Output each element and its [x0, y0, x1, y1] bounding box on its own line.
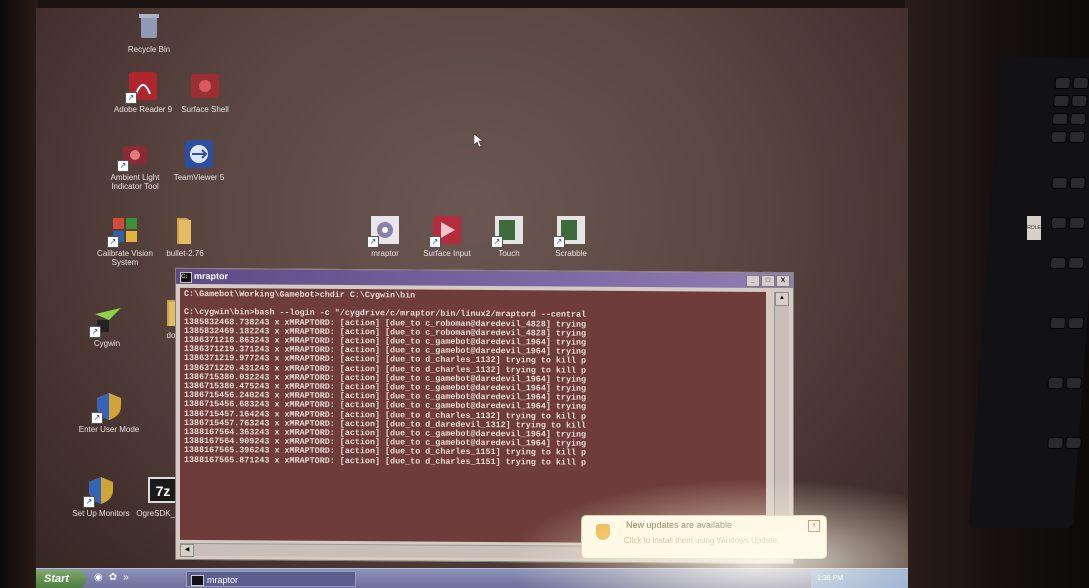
teamviewer-icon [183, 138, 215, 170]
icon-label: TeamViewer 5 [173, 173, 225, 182]
desktop-icon-ambient-light[interactable]: ↗ Ambient Light Indicator Tool [100, 138, 170, 191]
ambient-light-icon: ↗ [117, 138, 151, 172]
touch-icon: ↗ [491, 214, 525, 248]
icon-label: Surface Shell [181, 105, 229, 114]
scrabble-icon: ↗ [553, 214, 587, 248]
desktop-icon-set-up-monitors[interactable]: ↗ Set Up Monitors [66, 474, 136, 518]
taskbar-item-mraptor[interactable]: mraptor [186, 571, 356, 587]
desktop-screen: Recycle Bin ↗ Adobe Reader 9 Surface She… [36, 8, 908, 588]
desktop-icon-teamviewer[interactable]: TeamViewer 5 [164, 138, 234, 182]
recycle-bin-icon [133, 10, 165, 42]
start-button[interactable]: Start [36, 570, 86, 588]
desktop-icon-mraptor[interactable]: ↗ mraptor [350, 214, 420, 258]
icon-label: Touch [498, 249, 520, 258]
scroll-up-icon[interactable]: ▲ [775, 292, 789, 307]
surface-shell-icon [189, 70, 221, 102]
terminal-output[interactable]: C:\Gamebot\Working\Gamebot>chdir C:\Cygw… [180, 287, 766, 544]
icon-label: mraptor [371, 249, 399, 258]
desktop-icon-bullet[interactable]: bullet-2.76 [150, 214, 220, 258]
cygwin-icon: ↗ [89, 304, 123, 338]
desktop-icon-cygwin[interactable]: ↗ Cygwin [72, 304, 142, 348]
calibrate-vision-icon: ↗ [107, 214, 141, 248]
console-icon: C: [180, 271, 192, 283]
desktop-icon-recycle-bin[interactable]: Recycle Bin [114, 10, 184, 54]
window-titlebar[interactable]: C: mraptor _ □ X [176, 268, 793, 289]
update-notification[interactable]: New updates are available Click to insta… [581, 515, 827, 559]
terminal-text: C:\Gamebot\Working\Gamebot>chdir C:\Cygw… [184, 288, 587, 468]
desktop-icon-enter-user-mode[interactable]: ↗ Enter User Mode [74, 390, 144, 434]
icon-label: Cygwin [93, 339, 121, 348]
icon-label: bullet-2.76 [166, 249, 204, 258]
adobe-reader-icon: ↗ [125, 70, 159, 104]
window-title: mraptor [194, 270, 229, 282]
shield-icon: ↗ [91, 390, 125, 424]
taskbar: Start ◉ ✿ » mraptor 1:36 PM [36, 568, 908, 588]
desktop-icon-surface-input[interactable]: ↗ Surface Input [412, 214, 482, 258]
folder-icon [169, 214, 201, 246]
quick-launch-overflow[interactable]: » [123, 572, 129, 583]
shield-icon: ↗ [83, 474, 117, 508]
icon-label: Adobe Reader 9 [113, 105, 173, 114]
desktop-icon-adobe-reader[interactable]: ↗ Adobe Reader 9 [108, 70, 178, 114]
icon-label: Scrabble [555, 249, 587, 258]
app-icon[interactable]: ✿ [109, 572, 117, 583]
vertical-scrollbar[interactable]: ▲ [774, 292, 789, 545]
desktop-icon-surface-shell[interactable]: Surface Shell [170, 70, 240, 114]
icon-label: Ambient Light Indicator Tool [110, 173, 160, 191]
svg-text:7z: 7z [156, 483, 171, 499]
scroll-left-icon[interactable]: ◀ [180, 543, 194, 557]
minimize-button[interactable]: _ [746, 274, 760, 287]
icon-label: Surface Input [423, 249, 471, 258]
notification-title: New updates are available [626, 520, 733, 530]
desktop-icon-touch[interactable]: ↗ Touch [474, 214, 544, 258]
surface-input-icon: ↗ [429, 214, 463, 248]
close-button[interactable]: X [776, 275, 790, 288]
maximize-button[interactable]: □ [761, 274, 775, 288]
icon-label: Set Up Monitors [72, 509, 130, 518]
desktop-icon-scrabble[interactable]: ↗ Scrabble [536, 214, 606, 258]
chrome-icon[interactable]: ◉ [94, 572, 103, 583]
system-tray[interactable]: 1:36 PM [811, 570, 908, 588]
console-icon [191, 575, 204, 586]
icon-label: Enter User Mode [78, 425, 140, 434]
keyboard-sticker: ROLE [1027, 216, 1041, 240]
taskbar-item-label: mraptor [207, 575, 239, 585]
monitor-bezel-left [0, 0, 38, 588]
mraptor-icon: ↗ [367, 214, 401, 248]
windows-update-shield-icon [596, 524, 610, 540]
notification-close-button[interactable]: x [808, 520, 820, 532]
icon-label: Recycle Bin [127, 45, 171, 54]
quick-launch: ◉ ✿ » [94, 572, 129, 583]
clock: 1:36 PM [817, 575, 844, 582]
notification-text: Click to install them using Windows Upda… [624, 536, 780, 545]
